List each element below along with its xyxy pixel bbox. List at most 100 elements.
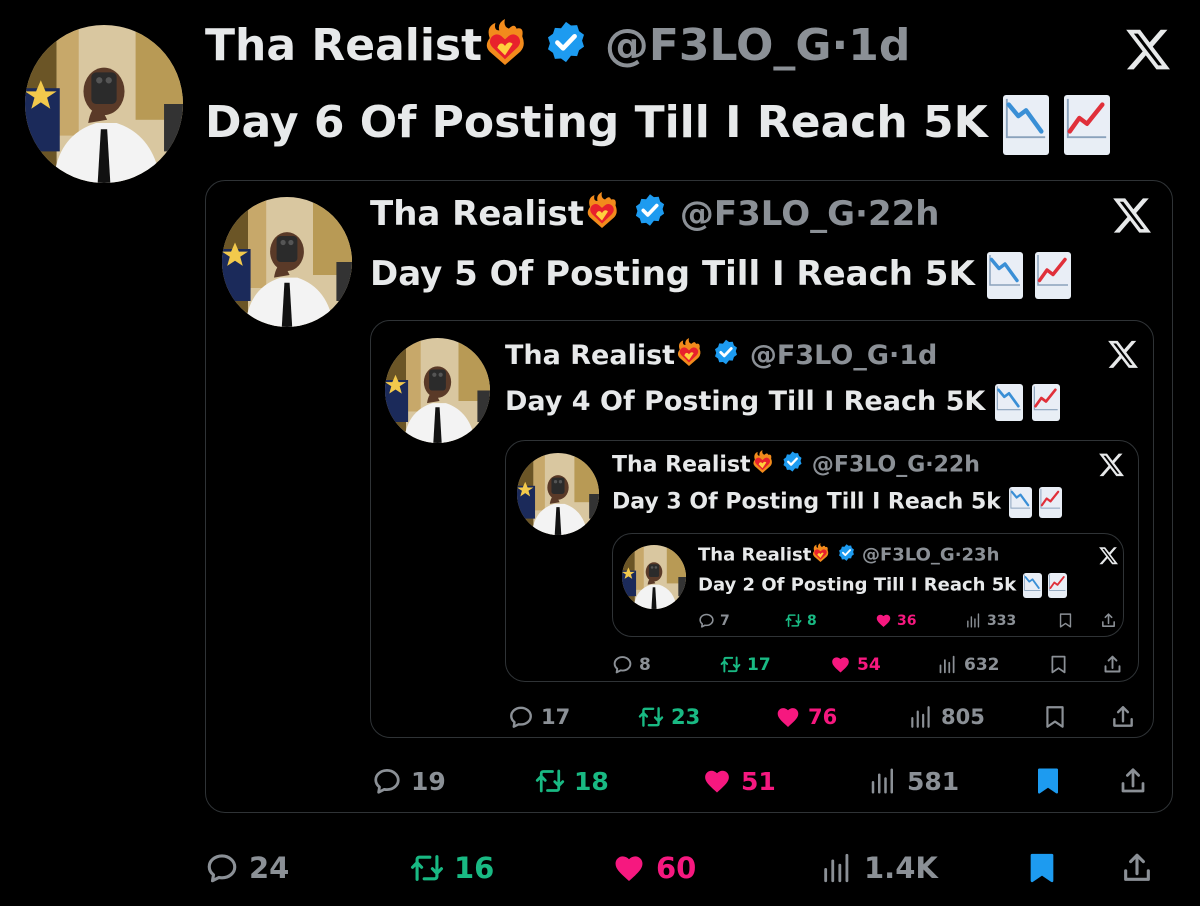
retweet-button[interactable]: 16 bbox=[410, 851, 494, 885]
views-button[interactable]: 333 bbox=[965, 612, 1016, 629]
heart-on-fire-icon bbox=[482, 18, 528, 78]
tweet-time[interactable]: 22h bbox=[934, 453, 980, 478]
user-handle[interactable]: @F3LO_G bbox=[862, 545, 955, 566]
like-button[interactable]: 76 bbox=[775, 704, 837, 730]
views-count: 333 bbox=[987, 612, 1017, 629]
tweet-header: Tha Realist @F3LO_G·22h bbox=[370, 192, 939, 239]
share-button[interactable] bbox=[1118, 766, 1148, 796]
verified-badge-icon[interactable] bbox=[543, 19, 589, 78]
replies-count: 17 bbox=[541, 705, 571, 729]
retweet-button[interactable]: 8 bbox=[785, 612, 817, 629]
like-button[interactable]: 54 bbox=[830, 654, 881, 675]
x-logo-icon bbox=[1099, 452, 1124, 481]
like-icon bbox=[875, 612, 892, 629]
tweet-text: Day 6 Of Posting Till I Reach 5K bbox=[205, 94, 1111, 155]
bookmark-button[interactable] bbox=[1057, 612, 1074, 629]
reply-icon bbox=[508, 704, 534, 730]
retweet-button[interactable]: 17 bbox=[720, 654, 771, 675]
share-button[interactable] bbox=[1100, 612, 1117, 629]
reply-button[interactable]: 7 bbox=[698, 612, 730, 629]
chart-increasing-icon bbox=[1034, 252, 1071, 299]
verified-badge-icon[interactable] bbox=[781, 450, 804, 481]
reply-button[interactable]: 24 bbox=[205, 851, 289, 885]
share-icon bbox=[1110, 704, 1136, 730]
bookmark-icon bbox=[1042, 704, 1068, 730]
verified-badge-icon[interactable] bbox=[632, 192, 668, 239]
like-icon bbox=[612, 851, 646, 885]
share-button[interactable] bbox=[1110, 704, 1136, 730]
views-button[interactable]: 581 bbox=[868, 766, 959, 796]
avatar[interactable] bbox=[385, 338, 490, 443]
like-button[interactable]: 51 bbox=[702, 766, 776, 796]
reply-button[interactable]: 8 bbox=[612, 654, 651, 675]
user-handle[interactable]: @F3LO_G bbox=[680, 194, 855, 234]
chart-increasing-icon bbox=[1064, 95, 1111, 155]
views-button[interactable]: 1.4K bbox=[820, 851, 938, 885]
bookmark-icon bbox=[1057, 612, 1074, 629]
share-button[interactable] bbox=[1120, 851, 1154, 885]
chart-decreasing-icon bbox=[1003, 95, 1050, 155]
bookmark-button[interactable] bbox=[1033, 766, 1063, 796]
tweet-time[interactable]: 23h bbox=[962, 545, 1000, 566]
share-button[interactable] bbox=[1102, 654, 1123, 675]
tweet-time[interactable]: 1d bbox=[899, 340, 937, 371]
user-handle[interactable]: @F3LO_G bbox=[812, 453, 925, 478]
avatar[interactable] bbox=[517, 453, 599, 535]
display-name[interactable]: Tha Realist bbox=[698, 545, 811, 566]
tweet-text: Day 5 Of Posting Till I Reach 5K bbox=[370, 252, 1071, 299]
bookmark-icon bbox=[1048, 654, 1069, 675]
display-name[interactable]: Tha Realist bbox=[205, 20, 482, 71]
display-name[interactable]: Tha Realist bbox=[612, 453, 751, 478]
bookmark-icon bbox=[1025, 851, 1059, 885]
chart-increasing-icon bbox=[1039, 487, 1063, 518]
retweets-count: 8 bbox=[807, 612, 817, 629]
views-button[interactable]: 805 bbox=[908, 704, 985, 730]
retweets-count: 23 bbox=[671, 705, 701, 729]
display-name[interactable]: Tha Realist bbox=[505, 340, 675, 371]
verified-badge-icon[interactable] bbox=[712, 338, 740, 375]
avatar[interactable] bbox=[622, 545, 686, 609]
share-icon bbox=[1120, 851, 1154, 885]
retweet-button[interactable]: 18 bbox=[535, 766, 609, 796]
like-button[interactable]: 36 bbox=[875, 612, 916, 629]
bookmark-button[interactable] bbox=[1025, 851, 1059, 885]
share-icon bbox=[1100, 612, 1117, 629]
tweet-time[interactable]: 22h bbox=[868, 194, 940, 234]
chart-increasing-icon bbox=[1047, 573, 1067, 598]
user-handle[interactable]: @F3LO_G bbox=[605, 20, 832, 71]
share-icon bbox=[1118, 766, 1148, 796]
views-count: 805 bbox=[941, 705, 985, 729]
tweet-text: Day 2 Of Posting Till I Reach 5k bbox=[698, 573, 1067, 598]
share-icon bbox=[1102, 654, 1123, 675]
tweet-header: Tha Realist @F3LO_G·1d bbox=[505, 338, 937, 375]
retweet-icon bbox=[410, 851, 444, 885]
views-icon bbox=[908, 704, 934, 730]
reply-button[interactable]: 19 bbox=[372, 766, 446, 796]
tweet-text-content: Day 4 Of Posting Till I Reach 5K bbox=[505, 386, 986, 417]
verified-badge-icon[interactable] bbox=[837, 543, 856, 568]
tweet-header: Tha Realist @F3LO_G·23h bbox=[698, 543, 999, 568]
tweet-text: Day 3 Of Posting Till I Reach 5k bbox=[612, 487, 1063, 518]
tweet-text-content: Day 2 Of Posting Till I Reach 5k bbox=[698, 574, 1017, 596]
display-name[interactable]: Tha Realist bbox=[370, 194, 584, 234]
retweets-count: 16 bbox=[454, 851, 495, 885]
views-icon bbox=[937, 654, 958, 675]
retweets-count: 17 bbox=[747, 654, 771, 675]
retweet-icon bbox=[720, 654, 741, 675]
tweet-time[interactable]: 1d bbox=[848, 20, 910, 71]
heart-on-fire-icon bbox=[751, 450, 774, 481]
avatar[interactable] bbox=[25, 25, 183, 183]
separator-dot: · bbox=[831, 20, 849, 71]
user-handle[interactable]: @F3LO_G bbox=[750, 340, 889, 371]
avatar[interactable] bbox=[222, 197, 352, 327]
bookmark-icon bbox=[1033, 766, 1063, 796]
views-button[interactable]: 632 bbox=[937, 654, 1000, 675]
like-button[interactable]: 60 bbox=[612, 851, 696, 885]
bookmark-button[interactable] bbox=[1042, 704, 1068, 730]
likes-count: 51 bbox=[741, 766, 776, 796]
retweet-button[interactable]: 23 bbox=[638, 704, 700, 730]
tweet-text-content: Day 3 Of Posting Till I Reach 5k bbox=[612, 489, 1001, 515]
x-logo-icon bbox=[1113, 196, 1151, 238]
reply-button[interactable]: 17 bbox=[508, 704, 570, 730]
bookmark-button[interactable] bbox=[1048, 654, 1069, 675]
